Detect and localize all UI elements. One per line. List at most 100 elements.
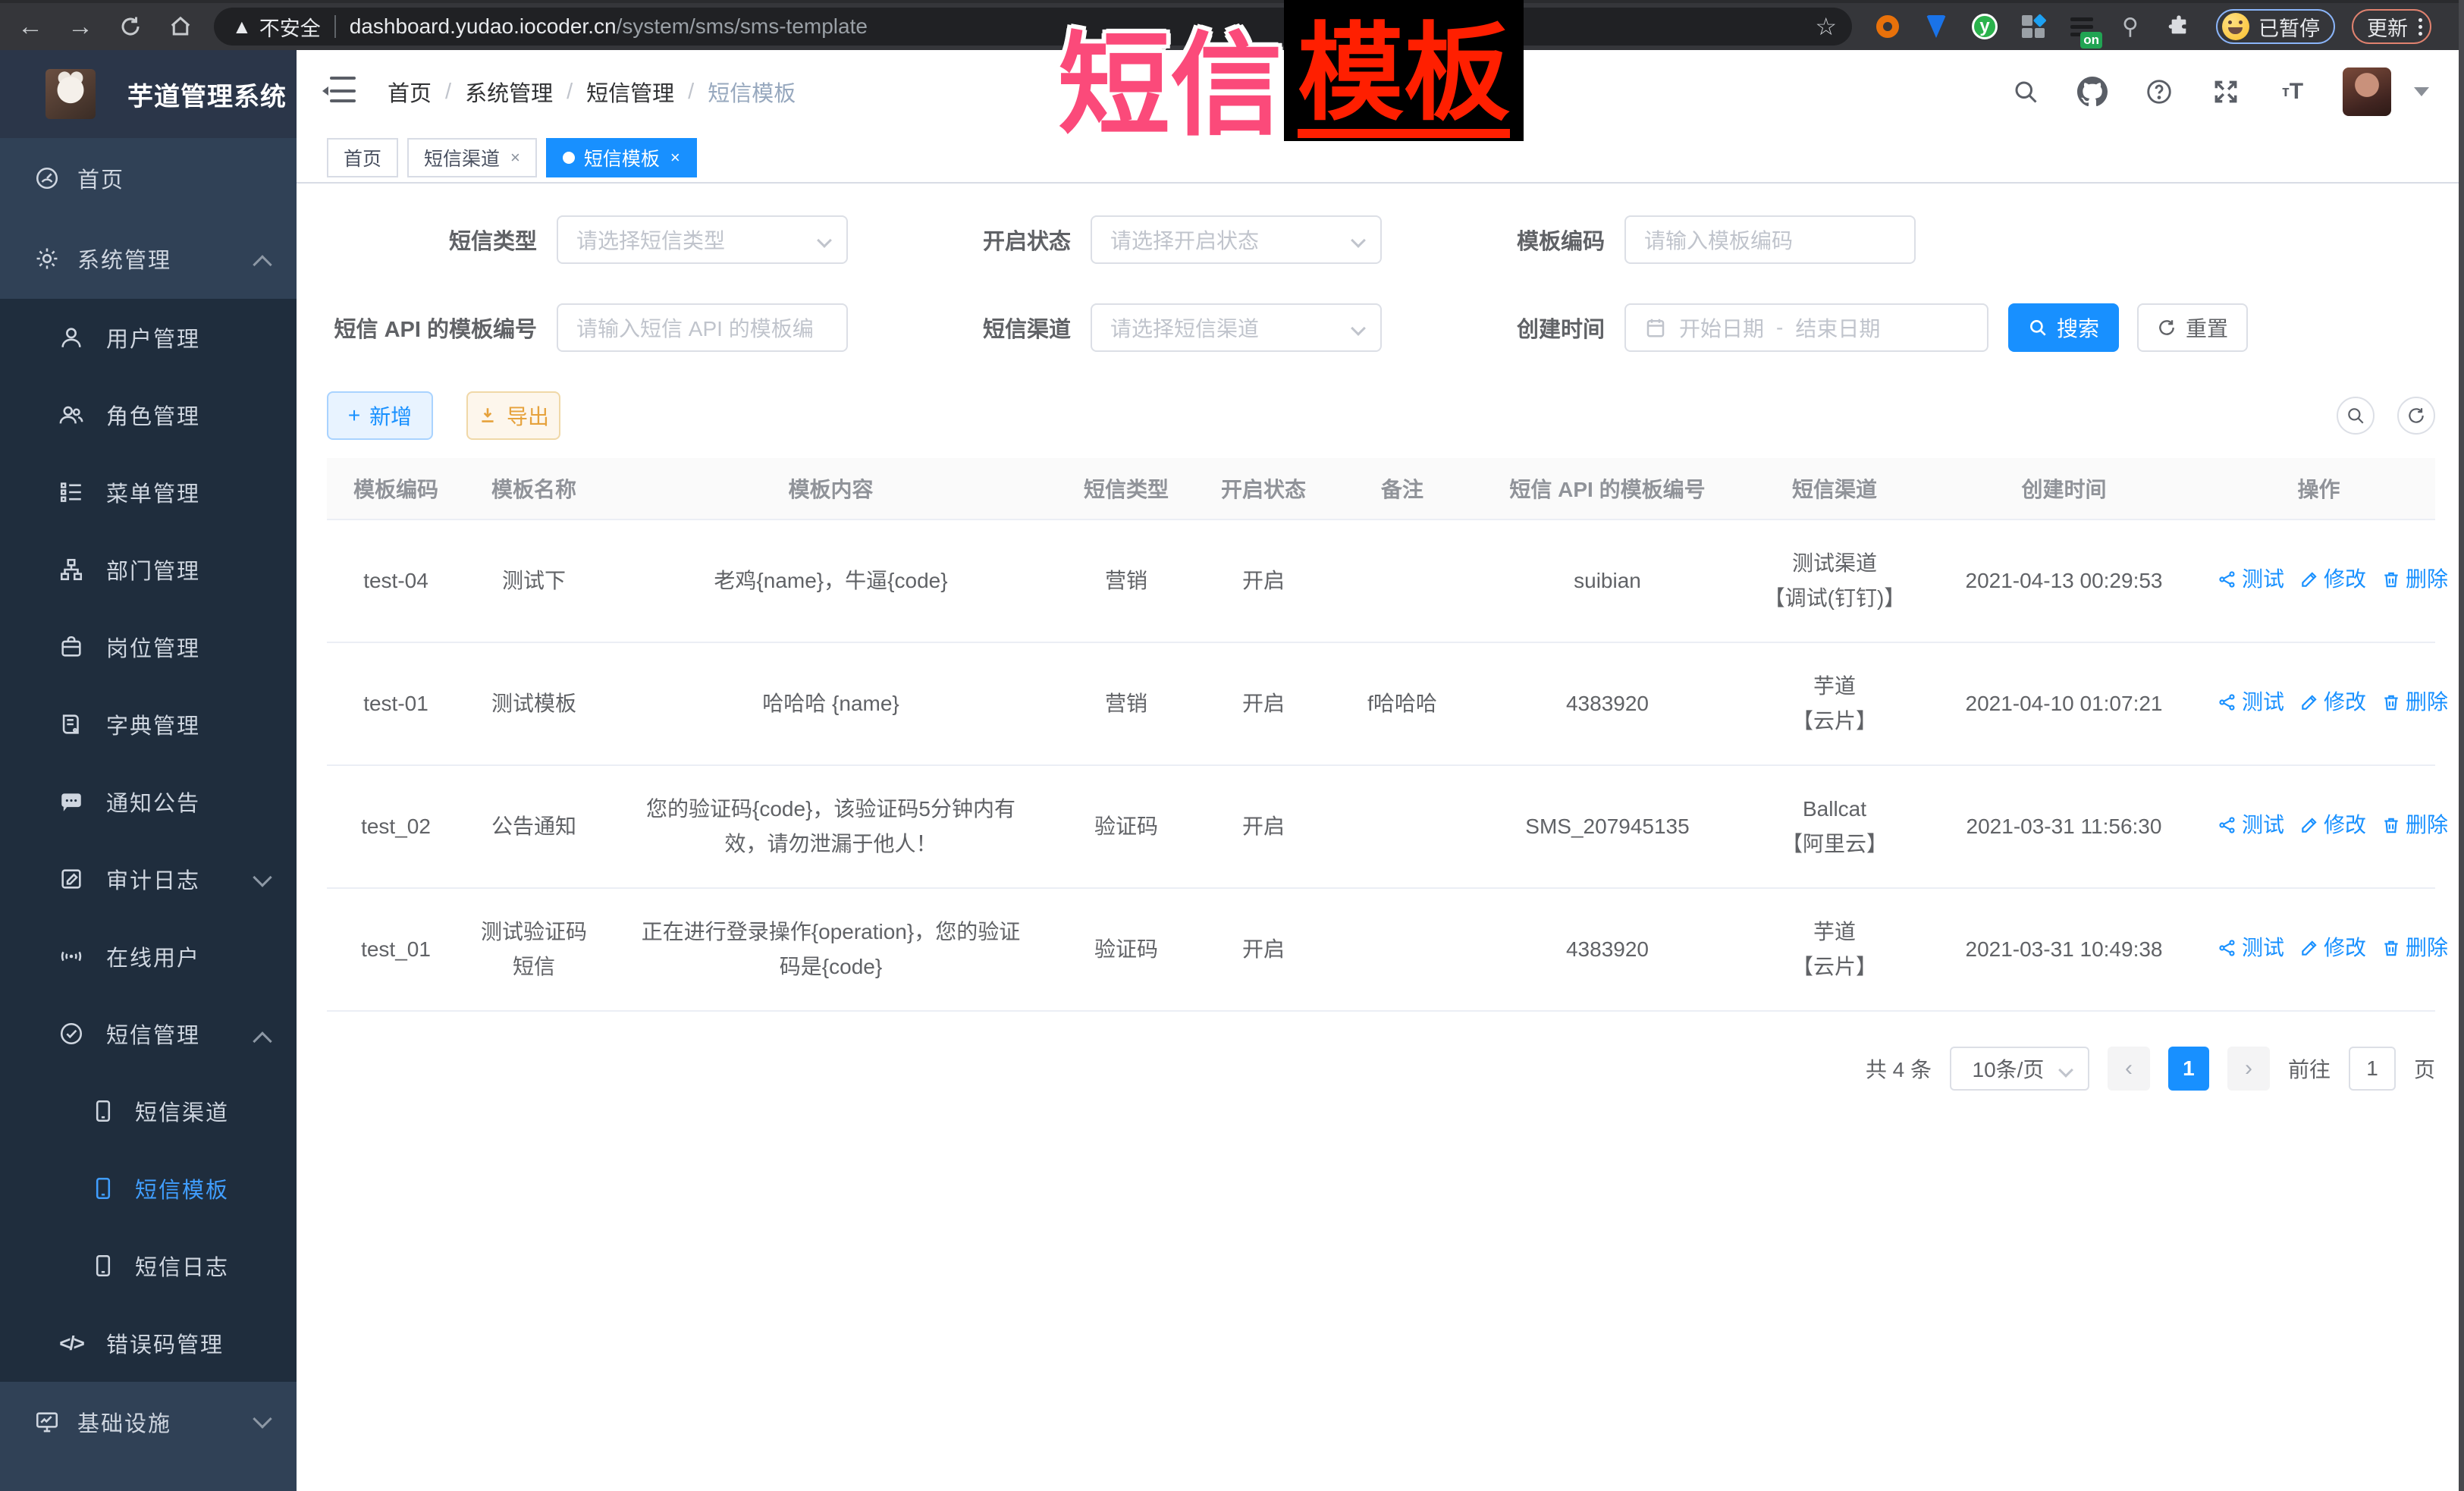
created-time-label: 创建时间 bbox=[1382, 312, 1624, 344]
table-row: test-04测试下老鸡{name}，牛逼{code}营销开启suibian测试… bbox=[327, 519, 2435, 642]
edit-action-link[interactable]: 修改 bbox=[2299, 931, 2366, 965]
tab-sms-template[interactable]: 短信模板 × bbox=[546, 138, 697, 177]
github-icon[interactable] bbox=[2076, 75, 2109, 108]
api-template-id-input[interactable]: 请输入短信 API 的模板编 bbox=[557, 303, 848, 352]
sidebar-item-6[interactable]: 岗位管理 bbox=[0, 608, 297, 686]
test-action-link[interactable]: 测试 bbox=[2218, 931, 2284, 965]
bookmark-star-icon[interactable]: ☆ bbox=[1815, 12, 1837, 41]
chevron-down-icon bbox=[2058, 1063, 2073, 1078]
sidebar-item-15[interactable]: </>错误码管理 bbox=[0, 1304, 297, 1382]
extension-grid-icon[interactable] bbox=[2019, 12, 2048, 41]
edit-action-link[interactable]: 修改 bbox=[2299, 808, 2366, 843]
cell-sms-type: 验证码 bbox=[1059, 765, 1194, 888]
profile-emoji-avatar bbox=[2222, 13, 2249, 40]
sidebar-item-2[interactable]: 用户管理 bbox=[0, 299, 297, 376]
delete-action-link[interactable]: 删除 bbox=[2381, 931, 2448, 965]
browser-update-button[interactable]: 更新 bbox=[2352, 9, 2431, 44]
breadcrumb-item-0[interactable]: 首页 bbox=[388, 76, 432, 108]
prev-page-button[interactable]: ‹ bbox=[2108, 1047, 2150, 1091]
sidebar-item-10[interactable]: 在线用户 bbox=[0, 918, 297, 995]
fullscreen-icon[interactable] bbox=[2209, 75, 2243, 108]
sidebar-item-16[interactable]: 基础设施 bbox=[0, 1382, 297, 1462]
template-code-input[interactable]: 请输入模板编码 bbox=[1624, 215, 1916, 264]
window-scrollbar[interactable] bbox=[2459, 0, 2464, 1491]
code-icon: </> bbox=[58, 1329, 85, 1357]
cell-sms-type: 营销 bbox=[1059, 642, 1194, 765]
test-action-link[interactable]: 测试 bbox=[2218, 808, 2284, 843]
sms-type-select[interactable]: 请选择短信类型 bbox=[557, 215, 848, 264]
sidebar-item-9[interactable]: 审计日志 bbox=[0, 840, 297, 918]
extension-y-icon[interactable]: y bbox=[1970, 12, 1999, 41]
tab-home[interactable]: 首页 bbox=[327, 138, 398, 177]
breadcrumb-item-1[interactable]: 系统管理 bbox=[465, 76, 553, 108]
extension-tray: y on ⚲ bbox=[1873, 12, 2193, 41]
extension-magnifier-icon[interactable]: ⚲ bbox=[2116, 12, 2145, 41]
extensions-puzzle-icon[interactable] bbox=[2164, 12, 2193, 41]
header-search-icon[interactable] bbox=[2009, 75, 2042, 108]
sidebar-item-14[interactable]: 短信日志 bbox=[0, 1227, 297, 1304]
breadcrumb-separator: / bbox=[567, 80, 573, 105]
cell-template-content: 哈哈哈 {name} bbox=[603, 642, 1059, 765]
add-button[interactable]: + 新增 bbox=[327, 391, 433, 440]
breadcrumb-item-2[interactable]: 短信管理 bbox=[586, 76, 674, 108]
reset-button[interactable]: 重置 bbox=[2137, 303, 2248, 352]
close-tab-icon[interactable]: × bbox=[510, 148, 520, 168]
cell-actions: 测试修改删除 bbox=[2202, 642, 2435, 765]
edit-action-link[interactable]: 修改 bbox=[2299, 562, 2366, 597]
test-action-link[interactable]: 测试 bbox=[2218, 685, 2284, 720]
cell-remark bbox=[1333, 519, 1471, 642]
collapse-sidebar-icon[interactable] bbox=[322, 77, 356, 107]
user-menu-caret-icon[interactable] bbox=[2414, 87, 2429, 96]
sidebar-item-11[interactable]: 短信管理 bbox=[0, 995, 297, 1072]
col-sms-type: 短信类型 bbox=[1059, 458, 1194, 519]
status-select[interactable]: 请选择开启状态 bbox=[1091, 215, 1382, 264]
tags-view-bar: 首页 短信渠道 × 短信模板 × bbox=[297, 133, 2464, 184]
test-action-link[interactable]: 测试 bbox=[2218, 562, 2284, 597]
browser-back-icon[interactable]: ← bbox=[11, 7, 50, 46]
browser-forward-icon[interactable]: → bbox=[61, 7, 100, 46]
col-template-code: 模板编码 bbox=[327, 458, 465, 519]
created-time-range-picker[interactable]: 开始日期 - 结束日期 bbox=[1624, 303, 1988, 352]
next-page-button[interactable]: › bbox=[2227, 1047, 2270, 1091]
sidebar-item-5[interactable]: 部门管理 bbox=[0, 531, 297, 608]
extension-list-icon[interactable]: on bbox=[2067, 12, 2096, 41]
close-tab-icon[interactable]: × bbox=[670, 148, 680, 168]
cell-api-template-id: 4383920 bbox=[1471, 642, 1744, 765]
delete-action-link[interactable]: 删除 bbox=[2381, 562, 2448, 597]
show-search-toggle-button[interactable] bbox=[2337, 397, 2375, 435]
delete-action-link[interactable]: 删除 bbox=[2381, 685, 2448, 720]
help-icon[interactable] bbox=[2142, 75, 2176, 108]
sidebar-item-0[interactable]: 首页 bbox=[0, 138, 297, 218]
extension-pin-icon[interactable] bbox=[1922, 12, 1951, 41]
user-avatar[interactable] bbox=[2343, 67, 2391, 116]
browser-menu-icon[interactable] bbox=[2418, 18, 2422, 36]
search-button[interactable]: 搜索 bbox=[2008, 303, 2119, 352]
sidebar-item-7[interactable]: 字典管理 bbox=[0, 686, 297, 763]
profile-paused-badge[interactable]: 已暂停 bbox=[2216, 9, 2335, 44]
refresh-table-button[interactable] bbox=[2397, 397, 2435, 435]
edit-action-link[interactable]: 修改 bbox=[2299, 685, 2366, 720]
sidebar-item-13[interactable]: 短信模板 bbox=[0, 1150, 297, 1227]
sidebar-item-8[interactable]: 通知公告 bbox=[0, 763, 297, 840]
address-bar[interactable]: ▲ 不安全 dashboard.yudao.iocoder.cn /system… bbox=[214, 8, 1852, 46]
page-size-select[interactable]: 10条/页 bbox=[1950, 1047, 2089, 1091]
goto-page-input[interactable]: 1 bbox=[2349, 1047, 2396, 1091]
active-tab-dot bbox=[563, 152, 575, 164]
sidebar-item-12[interactable]: 短信渠道 bbox=[0, 1072, 297, 1150]
online-user-icon bbox=[58, 943, 85, 970]
tab-sms-channel[interactable]: 短信渠道 × bbox=[407, 138, 537, 177]
export-button[interactable]: 导出 bbox=[466, 391, 560, 440]
font-size-icon[interactable]: тT bbox=[2276, 75, 2309, 108]
channel-select[interactable]: 请选择短信渠道 bbox=[1091, 303, 1382, 352]
app-logo-row[interactable]: 芋道管理系统 bbox=[0, 50, 297, 138]
sidebar-item-3[interactable]: 角色管理 bbox=[0, 376, 297, 454]
sidebar-item-4[interactable]: 菜单管理 bbox=[0, 454, 297, 531]
browser-reload-icon[interactable] bbox=[111, 7, 150, 46]
cell-template-name: 公告通知 bbox=[465, 765, 603, 888]
page-number-button[interactable]: 1 bbox=[2168, 1047, 2209, 1091]
extension-ring-icon[interactable] bbox=[1873, 12, 1902, 41]
delete-action-link[interactable]: 删除 bbox=[2381, 808, 2448, 843]
browser-home-icon[interactable] bbox=[161, 7, 200, 46]
sidebar-item-1[interactable]: 系统管理 bbox=[0, 218, 297, 299]
breadcrumb-separator: / bbox=[688, 80, 694, 105]
